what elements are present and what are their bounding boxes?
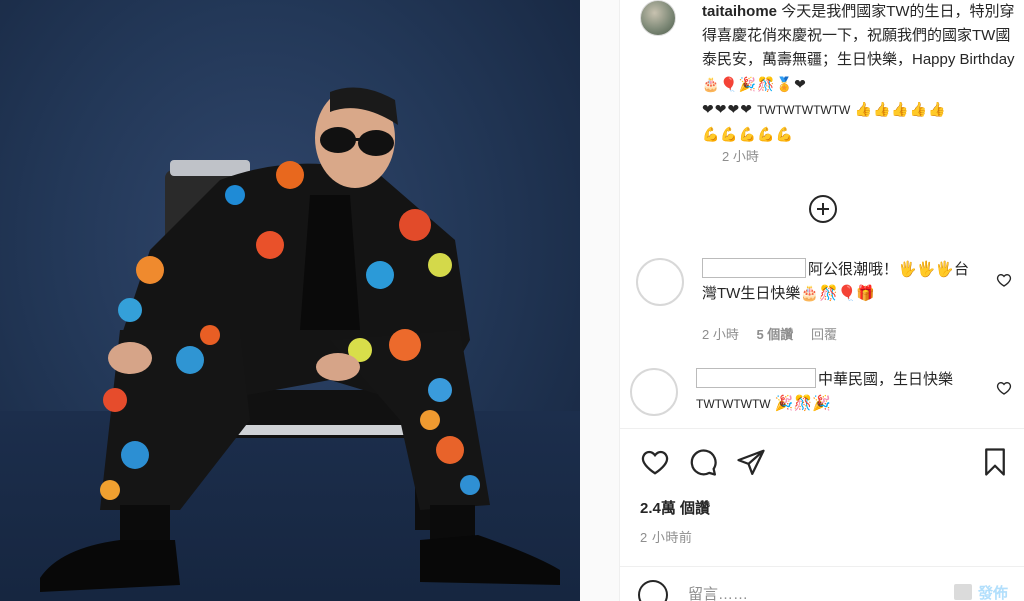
comment-input[interactable] — [688, 582, 950, 601]
plus-circle-icon[interactable] — [809, 195, 837, 223]
hand-right — [316, 353, 360, 381]
caption-emoji-1: 🎂🎈🎉🎊🏅❤ — [702, 76, 807, 92]
caption-text: taitaihome 今天是我們國家TW的生日，特別穿得喜慶花俏來慶祝一下，祝願… — [702, 0, 1020, 147]
sunglasses-left — [320, 127, 356, 153]
caption-timestamp[interactable]: 2 小時 — [722, 146, 759, 165]
caption-emoji-4: 💪💪💪💪💪 — [702, 126, 795, 142]
sunglasses-right — [358, 130, 394, 156]
post-comment-button[interactable]: 發佈 — [978, 582, 1008, 601]
chair-frame-top — [170, 160, 250, 176]
heart-icon[interactable] — [996, 380, 1012, 396]
heart-icon[interactable] — [996, 272, 1012, 288]
comment-tw: TWTWTWTW — [696, 397, 771, 411]
caption-emoji-3: 👍👍👍👍👍 — [854, 101, 947, 117]
comment-emoji: 🎉🎊🎉 — [774, 395, 831, 412]
share-icon[interactable] — [736, 447, 766, 477]
caption-tw: TWTWTWTWTW — [757, 103, 851, 117]
comment-likes[interactable]: 5 個讚 — [756, 327, 793, 342]
comment-username-redacted[interactable] — [696, 368, 816, 388]
shoe-right — [420, 535, 560, 585]
bookmark-icon[interactable] — [980, 447, 1010, 477]
like-count[interactable]: 2.4萬 個讚 — [640, 497, 710, 518]
post-details-panel: taitaihome 今天是我們國家TW的生日，特別穿得喜慶花俏來慶祝一下，祝願… — [620, 0, 1024, 601]
caption-emoji-2: ❤❤❤❤ — [702, 101, 753, 117]
photo-gutter — [580, 0, 620, 601]
comment-body: 中華民國，生日快樂 TWTWTWTW 🎉🎊🎉 — [696, 368, 986, 416]
emoji-icon[interactable] — [638, 580, 668, 601]
avatar[interactable] — [636, 258, 684, 306]
divider — [620, 566, 1024, 567]
comment-meta: 2 小時 5 個讚 回覆 — [702, 324, 851, 343]
scroll-handle[interactable] — [954, 584, 972, 600]
comment-timestamp[interactable]: 2 小時 — [702, 327, 739, 342]
comment-icon[interactable] — [688, 447, 718, 477]
avatar[interactable] — [630, 368, 678, 416]
comment-username-redacted[interactable] — [702, 258, 806, 278]
shoe-left — [40, 540, 180, 592]
comment-text: 中華民國，生日快樂 — [818, 371, 954, 388]
comment-body: 阿公很潮哦！🖐🖐🖐台灣TW生日快樂🎂🎊🎈🎁 — [702, 258, 984, 306]
photo-subject — [40, 87, 560, 592]
post-username[interactable]: taitaihome — [702, 3, 777, 20]
avatar[interactable] — [640, 0, 676, 36]
post-photo[interactable] — [0, 0, 580, 601]
shirt — [300, 195, 360, 330]
heart-icon[interactable] — [640, 447, 670, 477]
hand-left — [108, 342, 152, 374]
comment-reply-button[interactable]: 回覆 — [811, 327, 837, 342]
posted-time[interactable]: 2 小時前 — [640, 527, 692, 546]
divider — [620, 428, 1024, 429]
